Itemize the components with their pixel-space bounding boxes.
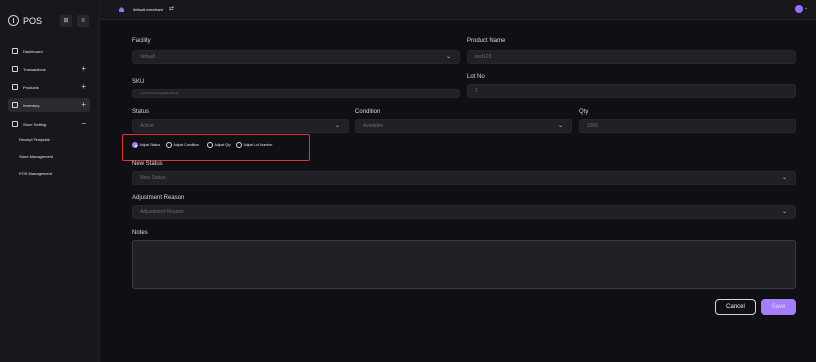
inventory-icon — [12, 102, 18, 108]
notes-label: Notes — [132, 230, 148, 236]
menu-toggle-button[interactable]: ≡ — [77, 15, 89, 27]
cancel-button[interactable]: Cancel — [715, 299, 756, 315]
adjustment-reason-placeholder: Adjustment Reason — [140, 209, 184, 215]
sidebar: POS ⊞ ≡ Dashboard Transactions + Product… — [0, 0, 100, 362]
condition-label: Condition — [355, 109, 381, 115]
sidebar-item-transactions[interactable]: Transactions + — [8, 62, 90, 76]
product-name-label: Product Name — [467, 38, 506, 44]
sidebar-item-inventory[interactable]: Inventory + — [8, 98, 90, 112]
sidebar-item-dashboard[interactable]: Dashboard — [8, 44, 90, 58]
gear-icon — [12, 121, 18, 127]
qty-label: Qty — [579, 109, 589, 115]
new-status-placeholder: New Status — [140, 175, 166, 181]
sidebar-subitem-pos-management[interactable]: POS Management — [19, 171, 52, 176]
chevron-down-icon: ⌄ — [781, 209, 787, 215]
chevron-down-icon: ⌄ — [781, 175, 787, 181]
lot-no-field: 1 — [467, 84, 796, 98]
lot-no-label: Lot No — [467, 74, 485, 80]
product-name-field: test123 — [467, 50, 796, 64]
chevron-down-icon[interactable]: ⌄ — [804, 5, 808, 11]
topbar: default merchant ⇄ ⌄ — [100, 0, 816, 20]
radio-label: Adjust Qty — [214, 143, 231, 147]
new-status-label: New Status — [132, 161, 163, 167]
radio-adjust-condition[interactable]: Adjust Condition — [166, 142, 199, 148]
radio-adjust-lot-number[interactable]: Adjust Lot Number — [236, 142, 273, 148]
expand-plus-icon[interactable]: + — [81, 64, 86, 74]
sku-value: eef72fb5dcdb4aed8a4a6ed1 — [140, 91, 179, 95]
chevron-down-icon: ⌄ — [445, 54, 451, 60]
sidebar-item-label: Store Setting — [23, 121, 47, 127]
qty-value: 1000 — [587, 123, 599, 129]
status-value: Active — [140, 123, 154, 129]
sku-label: SKU — [132, 79, 145, 85]
save-button[interactable]: Save — [761, 299, 796, 315]
pos-logo-icon — [8, 15, 19, 26]
status-label: Status — [132, 109, 150, 115]
radio-label: Adjust Lot Number — [243, 143, 273, 147]
facility-label: Facility — [132, 38, 151, 44]
brand-name: POS — [23, 15, 43, 26]
sku-field: eef72fb5dcdb4aed8a4a6ed1 — [132, 89, 460, 98]
merchant-name: default merchant — [133, 7, 163, 12]
sidebar-subitem-receipt-template[interactable]: Receipt Template — [19, 137, 50, 142]
expand-plus-icon[interactable]: + — [81, 82, 86, 92]
sidebar-item-label: Dashboard — [23, 48, 43, 54]
expand-plus-icon[interactable]: + — [81, 100, 86, 110]
sidebar-item-products[interactable]: Products + — [8, 80, 90, 94]
condition-value: Available — [363, 123, 384, 129]
adjustment-reason-select[interactable]: Adjustment Reason ⌄ — [132, 205, 796, 219]
lot-no-value: 1 — [475, 88, 478, 94]
notes-textarea[interactable] — [132, 240, 796, 289]
radio-adjust-qty[interactable]: Adjust Qty — [207, 142, 231, 148]
status-select[interactable]: Active ⌄ — [132, 119, 349, 133]
radio-label: Adjust Status — [139, 143, 161, 147]
grid-toggle-button[interactable]: ⊞ — [60, 15, 72, 27]
radio-unchecked-icon — [166, 142, 172, 148]
facility-value: default — [140, 54, 156, 60]
radio-unchecked-icon — [207, 142, 213, 148]
sidebar-item-store-setting[interactable]: Store Setting − — [8, 117, 90, 131]
condition-select[interactable]: Available ⌄ — [355, 119, 572, 133]
adjustment-reason-label: Adjustment Reason — [132, 195, 185, 201]
dashboard-icon — [12, 48, 18, 54]
sidebar-item-label: Inventory — [23, 102, 40, 108]
switch-merchant-icon[interactable]: ⇄ — [169, 5, 174, 12]
radio-adjust-status[interactable]: Adjust Status — [132, 142, 160, 148]
collapse-minus-icon[interactable]: − — [81, 119, 86, 129]
qty-field: 1000 — [579, 119, 796, 133]
radio-checked-icon — [132, 142, 138, 148]
product-name-value: test123 — [475, 54, 492, 60]
brand: POS — [8, 15, 42, 26]
facility-select[interactable]: default ⌄ — [132, 50, 460, 64]
sidebar-item-label: Products — [23, 84, 39, 90]
sidebar-subitem-store-management[interactable]: Store Management — [19, 154, 53, 159]
new-status-select[interactable]: New Status ⌄ — [132, 171, 796, 185]
transactions-icon — [12, 66, 18, 72]
radio-label: Adjust Condition — [173, 143, 200, 147]
sidebar-item-label: Transactions — [23, 66, 46, 72]
chevron-down-icon: ⌄ — [557, 123, 563, 129]
avatar[interactable] — [795, 5, 803, 13]
home-icon[interactable] — [119, 7, 124, 12]
radio-unchecked-icon — [236, 142, 242, 148]
chevron-down-icon: ⌄ — [334, 123, 340, 129]
products-icon — [12, 84, 18, 90]
